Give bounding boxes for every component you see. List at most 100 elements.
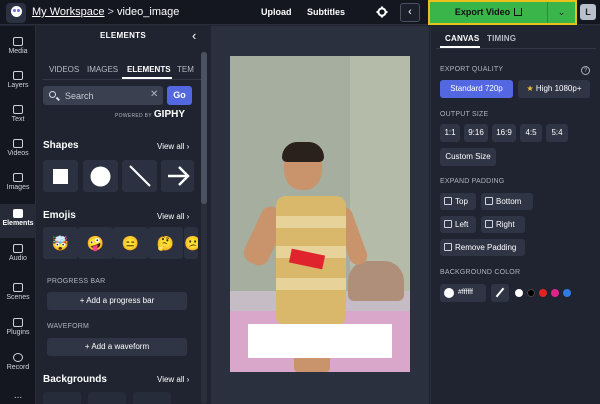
shape-square[interactable] — [43, 160, 78, 192]
breadcrumb: My Workspace > video_image — [32, 6, 179, 18]
search-input[interactable] — [65, 88, 145, 103]
star-icon: ★ — [526, 84, 534, 93]
app-logo[interactable] — [6, 3, 26, 23]
swatch-black[interactable] — [527, 289, 535, 297]
rail-item-elements[interactable]: Elements — [0, 204, 36, 238]
rail-item-plugins[interactable]: Plugins — [0, 313, 36, 347]
add-progress-bar-button[interactable]: + Add a progress bar — [47, 292, 187, 310]
video-preview[interactable] — [230, 56, 410, 372]
caption-box[interactable] — [248, 324, 392, 358]
checkbox-icon — [485, 220, 493, 228]
more-icon[interactable]: ... — [0, 390, 36, 401]
emoji-tile[interactable]: 😑 — [113, 227, 148, 259]
backgrounds-title: Backgrounds — [43, 374, 107, 385]
backgrounds-view-all-link[interactable]: View all › — [157, 375, 189, 384]
background-thumbnail[interactable] — [88, 392, 126, 404]
eyedropper-icon[interactable] — [491, 284, 509, 302]
export-video-button[interactable]: Export Video — [430, 2, 547, 23]
panel-scrollbar[interactable] — [201, 52, 207, 404]
size-9-16-button[interactable]: 9:16 — [464, 124, 488, 142]
background-thumbnail[interactable] — [133, 392, 171, 404]
shape-arrow[interactable] — [161, 160, 194, 192]
size-5-4-button[interactable]: 5:4 — [546, 124, 568, 142]
size-4-5-button[interactable]: 4:5 — [520, 124, 542, 142]
size-16-9-button[interactable]: 16:9 — [492, 124, 516, 142]
rail-item-images[interactable]: Images — [0, 168, 36, 202]
help-icon[interactable]: ? — [581, 66, 590, 75]
export-options-chevron-down-icon[interactable]: ⌄ — [547, 2, 575, 23]
shape-line[interactable] — [122, 160, 157, 192]
shape-circle[interactable] — [83, 160, 118, 192]
swatch-pink[interactable] — [551, 289, 559, 297]
share-button[interactable]: ‹ — [400, 3, 420, 22]
rail-item-scenes[interactable]: Scenes — [0, 278, 36, 312]
clear-search-icon[interactable]: ✕ — [150, 89, 158, 100]
padding-right-button[interactable]: Right — [481, 216, 525, 233]
subtitles-button[interactable]: Subtitles — [307, 7, 345, 17]
upload-button[interactable]: Upload — [261, 7, 292, 17]
export-quality-label: EXPORT QUALITY — [440, 66, 504, 73]
tab-canvas[interactable]: CANVAS — [445, 34, 479, 43]
waveform-title: WAVEFORM — [47, 323, 90, 330]
padding-bottom-button[interactable]: Bottom — [481, 193, 533, 210]
rail-item-record[interactable]: Record — [0, 348, 36, 382]
square-icon — [53, 169, 68, 184]
scrollbar-thumb[interactable] — [201, 52, 207, 204]
swatch-red[interactable] — [539, 289, 547, 297]
emoji-tile[interactable]: 🤔 — [148, 227, 183, 259]
settings-gear-icon[interactable] — [376, 6, 388, 18]
emoji-tile[interactable]: 🤪 — [78, 227, 113, 259]
collapse-chevron-left-icon[interactable]: ‹ — [192, 28, 196, 43]
emoji-tile[interactable]: 😕 — [184, 227, 198, 259]
rail-item-text[interactable]: Text — [0, 100, 36, 134]
user-avatar[interactable]: L — [580, 4, 596, 20]
export-upload-icon — [514, 8, 523, 16]
app-root: My Workspace > video_image Upload Subtitle… — [0, 0, 600, 404]
video-figure — [348, 261, 404, 301]
workspace-link[interactable]: My Workspace — [32, 6, 105, 18]
panel-title: ELEMENTS — [100, 31, 146, 40]
line-icon — [129, 165, 151, 187]
size-1-1-button[interactable]: 1:1 — [440, 124, 460, 142]
search-box[interactable]: ✕ — [43, 86, 163, 105]
go-button[interactable]: Go — [167, 86, 192, 105]
layers-icon — [13, 71, 23, 80]
project-name[interactable]: video_image — [117, 6, 179, 18]
emojis-title: Emojis — [43, 210, 76, 221]
emoji-tile[interactable]: 🤯 — [43, 227, 78, 259]
tab-timing[interactable]: TIMING — [487, 34, 516, 43]
padding-left-button[interactable]: Left — [440, 216, 476, 233]
remove-padding-label: Remove Padding — [455, 243, 517, 252]
tab-elements[interactable]: ELEMENTS — [127, 65, 171, 74]
quality-high-button[interactable]: ★ High 1080p+ — [518, 80, 590, 98]
quality-standard-button[interactable]: Standard 720p — [440, 80, 513, 98]
checkbox-icon — [444, 197, 452, 205]
rail-item-layers[interactable]: Layers — [0, 66, 36, 100]
checkbox-icon — [444, 220, 452, 228]
video-figure — [276, 278, 346, 290]
tab-templates[interactable]: TEM — [177, 65, 194, 74]
tab-divider — [43, 79, 203, 80]
rail-item-media[interactable]: Media — [0, 32, 36, 66]
rail-item-audio[interactable]: Audio — [0, 239, 36, 273]
giphy-logo: GIPHY — [153, 109, 186, 120]
text-icon — [13, 105, 23, 114]
emojis-view-all-link[interactable]: View all › — [157, 212, 189, 221]
expand-padding-label: EXPAND PADDING — [440, 178, 505, 185]
custom-size-button[interactable]: Custom Size — [440, 148, 496, 166]
rail-item-videos[interactable]: Videos — [0, 134, 36, 168]
quality-high-label: High 1080p+ — [535, 84, 582, 93]
padding-top-button[interactable]: Top — [440, 193, 476, 210]
swatch-white[interactable] — [515, 289, 523, 297]
add-waveform-button[interactable]: + Add a waveform — [47, 338, 187, 356]
swatch-blue[interactable] — [563, 289, 571, 297]
powered-by-label: POWERED BY — [115, 113, 152, 119]
shapes-view-all-link[interactable]: View all › — [157, 142, 189, 151]
background-color-input[interactable]: #ffffff — [440, 284, 486, 302]
background-thumbnail[interactable] — [43, 392, 81, 404]
remove-padding-button[interactable]: Remove Padding — [440, 239, 525, 256]
tab-videos[interactable]: VIDEOS — [49, 65, 79, 74]
tab-images[interactable]: IMAGES — [87, 65, 118, 74]
background-color-label: BACKGROUND COLOR — [440, 269, 521, 276]
padding-right-label: Right — [496, 220, 515, 229]
